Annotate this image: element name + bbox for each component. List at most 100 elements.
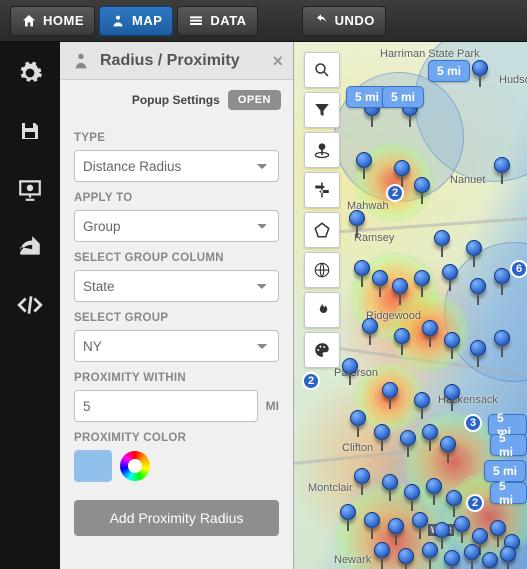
map-pin[interactable] [342,358,358,374]
palette-icon [313,341,331,359]
cluster-badge[interactable]: 6 [510,260,527,278]
proximity-unit: MI [266,399,279,413]
map-pin[interactable] [464,544,480,560]
embed-rail-button[interactable] [15,290,45,320]
proximity-within-input[interactable] [74,390,258,422]
type-select[interactable]: Distance Radius [74,150,279,182]
map-pin[interactable] [400,430,416,446]
map-pin[interactable] [466,240,482,256]
map-pin[interactable] [470,278,486,294]
map-pin[interactable] [434,522,450,538]
globe-map-tool[interactable] [304,252,340,288]
search-map-tool[interactable] [304,52,340,88]
group-select[interactable]: NY [74,330,279,362]
pin-map-tool[interactable] [304,132,340,168]
map-pin[interactable] [494,268,510,284]
map-pin[interactable] [354,468,370,484]
cluster-badge[interactable]: 2 [466,494,484,512]
map-pin[interactable] [494,330,510,346]
map-pin[interactable] [382,382,398,398]
map-pin[interactable] [404,484,420,500]
map-pin[interactable] [394,160,410,176]
cluster-badge[interactable]: 2 [302,372,320,390]
map-pin[interactable] [349,210,365,226]
proximity-within-label: PROXIMITY WITHIN [74,372,279,384]
distance-bubble: 5 mi [428,60,470,82]
nav-home-button[interactable]: HOME [10,6,95,36]
map-pin[interactable] [356,152,372,168]
map-pin[interactable] [442,264,458,280]
map-pin[interactable] [398,548,414,564]
home-icon [21,13,37,29]
share-rail-button[interactable] [15,232,45,262]
map-pin[interactable] [444,332,460,348]
directions-map-tool[interactable] [304,172,340,208]
map-pin[interactable] [340,504,356,520]
select-group-label: SELECT GROUP [74,312,279,324]
map-pin[interactable] [388,518,404,534]
map-pin[interactable] [446,490,462,506]
map-pin[interactable] [374,424,390,440]
map-pin[interactable] [350,410,366,426]
color-swatch[interactable] [74,450,112,482]
style-map-tool[interactable] [304,332,340,368]
map-pin[interactable] [490,520,506,536]
cluster-badge[interactable]: 2 [386,184,404,202]
city-label: Montclair [308,482,353,494]
map-pin[interactable] [422,424,438,440]
panel-close-button[interactable]: × [272,52,283,70]
road [314,216,527,235]
type-label: TYPE [74,132,279,144]
map-pin[interactable] [382,474,398,490]
map-pin[interactable] [444,384,460,400]
flame-icon [313,301,331,319]
map-pin[interactable] [392,278,408,294]
apply-to-label: APPLY TO [74,192,279,204]
map-pin[interactable] [470,340,486,356]
present-rail-button[interactable] [15,174,45,204]
map-canvas[interactable]: Harriman State Park Nanuet Mahwah Ridgew… [294,42,527,569]
map-pin[interactable] [422,542,438,558]
save-rail-button[interactable] [15,116,45,146]
map-pin[interactable] [472,528,488,544]
map-pin[interactable] [414,392,430,408]
map-pin[interactable] [372,270,388,286]
proximity-color-label: PROXIMITY COLOR [74,432,279,444]
filter-icon [313,101,331,119]
map-pin[interactable] [394,328,410,344]
pin-tool-icon [312,140,332,160]
nav-data-button[interactable]: DATA [177,6,257,36]
add-proximity-button[interactable]: Add Proximity Radius [74,500,279,536]
map-pin[interactable] [362,318,378,334]
map-pin[interactable] [454,516,470,532]
map-pin[interactable] [440,436,456,452]
filter-map-tool[interactable] [304,92,340,128]
map-pin[interactable] [422,320,438,336]
map-pin[interactable] [412,512,428,528]
map-pin[interactable] [500,546,516,562]
heatmap-map-tool[interactable] [304,292,340,328]
map-pin[interactable] [472,60,488,76]
map-pin[interactable] [364,512,380,528]
nav-undo-button[interactable]: UNDO [302,6,386,36]
cluster-badge[interactable]: 3 [464,414,482,432]
apply-to-select[interactable]: Group [74,210,279,242]
map-pin[interactable] [414,177,430,193]
map-pin[interactable] [414,270,430,286]
map-pin[interactable] [354,260,370,276]
map-pin[interactable] [434,230,450,246]
map-pin[interactable] [444,550,460,566]
nav-map-button[interactable]: MAP [99,6,173,36]
color-picker-button[interactable] [120,451,150,481]
popup-open-button[interactable]: OPEN [228,90,281,110]
nav-data-label: DATA [210,13,246,28]
shape-map-tool[interactable] [304,212,340,248]
settings-rail-button[interactable] [15,58,45,88]
group-column-select[interactable]: State [74,270,279,302]
map-pin[interactable] [494,157,510,173]
map-pin[interactable] [482,552,498,568]
distance-bubble: 5 mi [490,434,527,456]
map-pin[interactable] [426,478,442,494]
share-icon [17,234,43,260]
map-pin[interactable] [374,542,390,558]
